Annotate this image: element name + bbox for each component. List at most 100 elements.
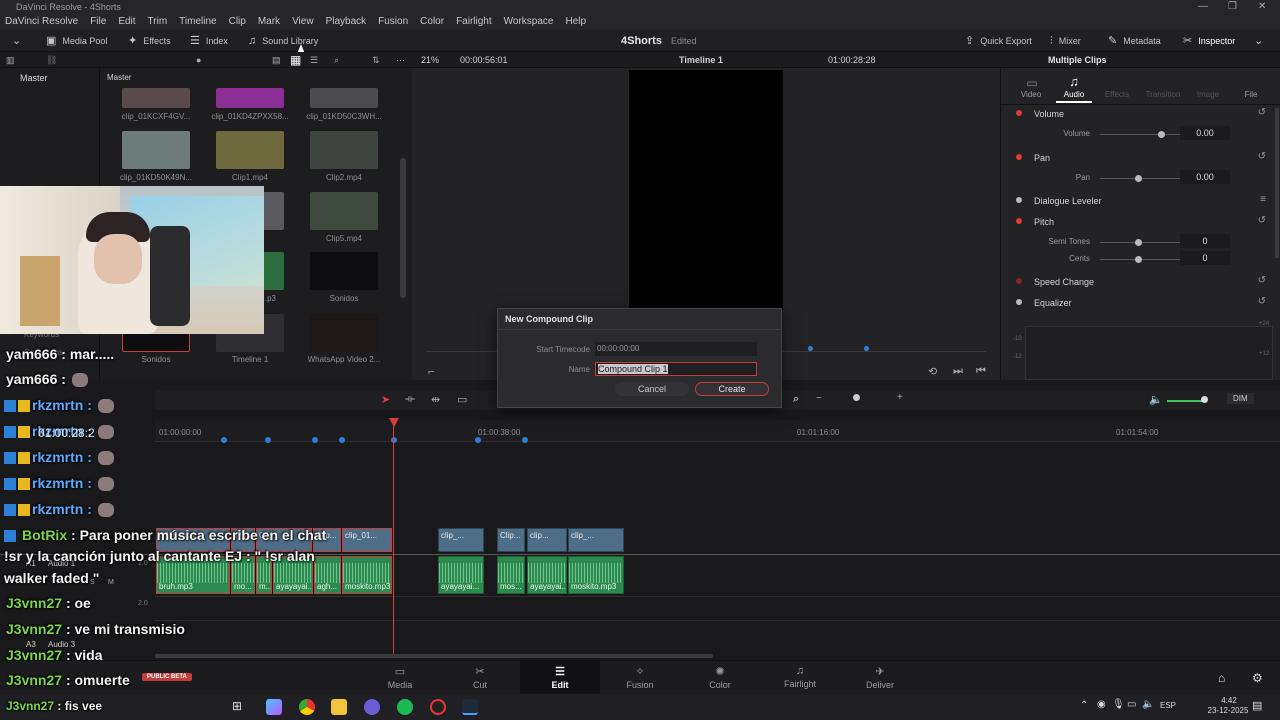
zoom-level[interactable]: 21%	[421, 52, 439, 68]
next-frame-icon[interactable]: ⏭	[953, 365, 963, 378]
audio-clip-thumbnail[interactable]	[310, 88, 378, 108]
sound-library-button[interactable]: ♫ Sound Library	[248, 30, 318, 52]
microphone-icon[interactable]: 🎙	[1112, 699, 1125, 710]
page-tab-fusion[interactable]: ✧ Fusion	[600, 660, 680, 694]
mixer-button[interactable]: ⫶ Mixer	[1050, 30, 1081, 52]
tab-image[interactable]: Image	[1193, 90, 1223, 99]
minimize-icon[interactable]: —	[1198, 0, 1208, 14]
audio-clip[interactable]: mos...	[497, 556, 525, 594]
audio-clip[interactable]: moskito.mp3	[342, 556, 392, 594]
quick-export-button[interactable]: ⇪ Quick Export	[965, 30, 1032, 52]
clip-thumbnail[interactable]	[310, 192, 378, 230]
menu-clip[interactable]: Clip	[229, 14, 246, 30]
menu-playback[interactable]: Playback	[326, 14, 367, 30]
audio-clip[interactable]: ayayayai...	[438, 556, 484, 594]
volume-icon[interactable]: 🔈	[1142, 699, 1154, 710]
network-icon[interactable]: ▭	[1127, 699, 1136, 710]
enable-dot[interactable]	[1016, 278, 1022, 284]
spotify-icon[interactable]	[397, 699, 413, 715]
tab-transition[interactable]: Transition	[1141, 90, 1185, 99]
playhead-handle[interactable]	[389, 418, 399, 427]
zoom-in-icon[interactable]: +	[897, 392, 903, 403]
video-clip[interactable]: Clip...	[497, 528, 525, 552]
video-clip[interactable]: clip...	[527, 528, 567, 552]
davinci-resolve-icon[interactable]	[462, 699, 478, 715]
menu-icon[interactable]: ≡	[1260, 194, 1266, 205]
loop-icon[interactable]: ⟲	[928, 365, 937, 378]
menu-view[interactable]: View	[292, 14, 314, 30]
param-value[interactable]: 0	[1180, 251, 1230, 265]
effects-button[interactable]: ✦ Effects	[128, 30, 171, 52]
clip-thumbnail[interactable]	[216, 131, 284, 169]
file-explorer-icon[interactable]	[331, 699, 347, 715]
clip-thumbnail[interactable]	[122, 88, 190, 108]
clip-thumbnail[interactable]	[216, 88, 284, 108]
discord-icon[interactable]	[364, 699, 380, 715]
search-icon[interactable]: ⌕	[334, 52, 339, 68]
settings-gear-icon[interactable]: ⚙	[1252, 671, 1263, 685]
slider-knob[interactable]	[1135, 175, 1142, 182]
menu-davinci[interactable]: DaVinci Resolve	[5, 14, 78, 30]
dynamic-trim-icon[interactable]: ⇹	[431, 393, 440, 406]
page-tab-cut[interactable]: ✂ Cut	[440, 660, 520, 694]
marker[interactable]	[864, 346, 869, 351]
param-value[interactable]: 0	[1180, 234, 1230, 248]
close-icon[interactable]: ✕	[1258, 0, 1266, 14]
index-button[interactable]: ☰ Index	[190, 30, 228, 52]
audio-clip[interactable]: ayayayai...	[527, 556, 567, 594]
selection-tool-icon[interactable]: ➤	[381, 393, 390, 406]
bin-master[interactable]: Master	[20, 73, 48, 83]
dim-button[interactable]: DIM	[1227, 393, 1254, 404]
tab-video[interactable]: Video	[1016, 90, 1046, 99]
trim-tool-icon[interactable]: ⟛	[405, 393, 415, 406]
menu-color[interactable]: Color	[420, 14, 444, 30]
menu-file[interactable]: File	[90, 14, 106, 30]
copilot-icon[interactable]	[266, 699, 282, 715]
video-tab-icon[interactable]: ▭	[1021, 76, 1043, 90]
page-tab-fairlight[interactable]: ♫ Fairlight	[760, 660, 840, 694]
param-value[interactable]: 0.00	[1180, 170, 1230, 184]
end-icon[interactable]: ⏮	[976, 365, 986, 378]
enable-dot[interactable]	[1016, 218, 1022, 224]
video-clip[interactable]: clip_...	[568, 528, 624, 552]
home-icon[interactable]: ⌂	[1218, 671, 1225, 685]
tab-file[interactable]: File	[1236, 90, 1266, 99]
maximize-icon[interactable]: ❐	[1228, 0, 1237, 14]
inspector-button[interactable]: ✂ Inspector	[1183, 30, 1235, 52]
reset-icon[interactable]: ↺	[1258, 296, 1266, 307]
media-pool-button[interactable]: ▣ Media Pool	[46, 30, 107, 52]
timeline-marker[interactable]	[312, 437, 318, 443]
more-options-icon[interactable]: ⋯	[396, 52, 405, 68]
safe-area-icon[interactable]: ⌐	[428, 366, 434, 378]
timeline-scrollbar[interactable]	[155, 654, 713, 658]
speaker-icon[interactable]: 🔈	[1149, 393, 1163, 406]
timeline-marker[interactable]	[522, 437, 528, 443]
timeline-marker[interactable]	[339, 437, 345, 443]
reset-icon[interactable]: ↺	[1258, 275, 1266, 286]
page-tab-color[interactable]: ✺ Color	[680, 660, 760, 694]
enable-dot[interactable]	[1016, 154, 1022, 160]
chrome-icon[interactable]	[299, 699, 315, 715]
zoom-out-icon[interactable]: −	[816, 393, 822, 404]
tray-location-icon[interactable]: ◉	[1097, 699, 1106, 710]
clip-thumbnail[interactable]	[310, 314, 378, 352]
volume-section[interactable]: Volume ↺	[1002, 104, 1272, 124]
slider-knob[interactable]	[1135, 256, 1142, 263]
link-icon[interactable]: ⛓	[46, 52, 57, 68]
mute-button[interactable]: M	[108, 579, 114, 586]
reset-icon[interactable]: ↺	[1258, 215, 1266, 226]
panel-toggle-button[interactable]: ⌄	[12, 30, 21, 52]
obs-icon[interactable]	[430, 699, 446, 715]
clip-thumbnail[interactable]	[310, 131, 378, 169]
volume-knob[interactable]	[1201, 396, 1208, 403]
clock-date[interactable]: 23-12-2025	[1198, 706, 1258, 715]
thumbnail-size-slider[interactable]: ●	[196, 52, 201, 68]
inspector-scrollbar[interactable]	[1275, 108, 1279, 258]
enable-dot[interactable]	[1016, 197, 1022, 203]
timeline-selector[interactable]: Timeline 1	[679, 52, 723, 68]
param-value[interactable]: 0.00	[1180, 126, 1230, 140]
marker[interactable]	[808, 346, 813, 351]
menu-mark[interactable]: Mark	[258, 14, 280, 30]
details-view-icon[interactable]: ☰	[310, 52, 318, 68]
list-view-icon[interactable]: ▤	[272, 52, 281, 68]
